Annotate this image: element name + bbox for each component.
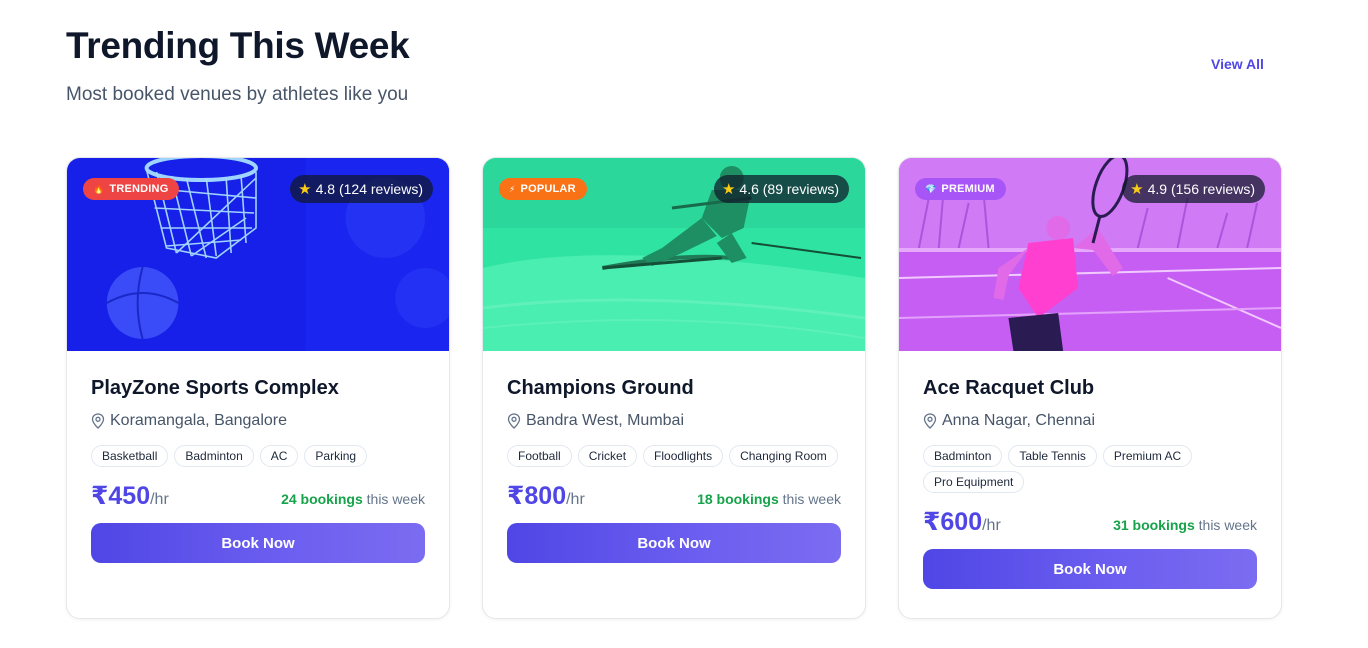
location-text: Bandra West, Mumbai [526,412,684,429]
price-row: ₹800/hr 18 bookings this week [507,481,841,511]
bookings-suffix: this week [366,491,425,507]
venue-image-ski: ⚡ POPULAR ★ 4.6 (89 reviews) [483,158,865,351]
bookings-number: 31 bookings [1113,517,1195,533]
price-unit: /hr [982,517,1001,534]
fire-icon: 🔥 [93,183,105,194]
diamond-icon: 💎 [925,183,937,194]
rating-text: 4.9 (156 reviews) [1147,181,1255,197]
tag: Pro Equipment [923,471,1025,493]
tag: Parking [304,445,368,467]
section-subtitle: Most booked venues by athletes like you [66,84,409,105]
price-unit: /hr [150,491,169,508]
view-all-link[interactable]: View All [1211,56,1264,72]
venue-location: Bandra West, Mumbai [507,411,841,431]
section-header: Trending This Week Most booked venues by… [66,24,1266,107]
price: ₹600/hr [923,507,1001,537]
price-row: ₹450/hr 24 bookings this week [91,481,425,511]
amenity-tags: Basketball Badminton AC Parking [91,445,425,467]
tag: Changing Room [729,445,838,467]
location-pin-icon [91,413,105,429]
bookings-number: 18 bookings [697,491,779,507]
tag: AC [259,445,299,467]
venue-name[interactable]: PlayZone Sports Complex [91,375,425,401]
badge-trending: 🔥 TRENDING [83,178,180,200]
bookings-count: 31 bookings this week [1113,517,1257,533]
badge-label: POPULAR [520,183,576,195]
bookings-count: 24 bookings this week [281,491,425,507]
star-icon: ★ [1130,180,1144,198]
price-unit: /hr [566,491,585,508]
price-amount: ₹800 [507,482,567,510]
star-icon: ★ [298,180,312,198]
venue-image-basketball: 🔥 TRENDING ★ 4.8 (124 reviews) [67,158,449,351]
venue-name[interactable]: Ace Racquet Club [923,375,1257,401]
location-pin-icon [923,413,937,429]
location-text: Anna Nagar, Chennai [942,412,1095,429]
book-now-button[interactable]: Book Now [91,523,425,563]
venue-location: Koramangala, Bangalore [91,411,425,431]
book-now-button[interactable]: Book Now [507,523,841,563]
amenity-tags: Football Cricket Floodlights Changing Ro… [507,445,841,467]
tag: Premium AC [1102,445,1193,467]
venue-card[interactable]: 🔥 TRENDING ★ 4.8 (124 reviews) PlayZone … [66,157,450,619]
tag: Floodlights [643,445,724,467]
venue-name[interactable]: Champions Ground [507,375,841,401]
location-text: Koramangala, Bangalore [110,412,288,429]
badge-popular: ⚡ POPULAR [499,178,587,200]
tag: Badminton [174,445,254,467]
tag: Table Tennis [1008,445,1097,467]
star-icon: ★ [721,180,736,198]
tag: Cricket [577,445,638,467]
rating-pill: ★ 4.6 (89 reviews) [713,175,849,203]
tag: Badminton [923,445,1003,467]
book-now-button[interactable]: Book Now [923,549,1257,589]
price-amount: ₹600 [923,508,983,536]
rating-pill: ★ 4.8 (124 reviews) [290,175,433,203]
bookings-suffix: this week [782,491,841,507]
tag: Football [507,445,572,467]
bookings-count: 18 bookings this week [697,491,841,507]
amenity-tags: Badminton Table Tennis Premium AC Pro Eq… [923,445,1257,493]
badge-premium: 💎 PREMIUM [915,178,1006,200]
bookings-number: 24 bookings [281,491,363,507]
price: ₹450/hr [91,481,169,511]
badge-label: PREMIUM [941,183,995,195]
price: ₹800/hr [507,481,585,511]
rating-pill: ★ 4.9 (156 reviews) [1122,175,1265,203]
badge-label: TRENDING [109,183,169,195]
price-row: ₹600/hr 31 bookings this week [923,507,1257,537]
venue-image-tennis: 💎 PREMIUM ★ 4.9 (156 reviews) [899,158,1281,351]
tag: Basketball [91,445,169,467]
bookings-suffix: this week [1198,517,1257,533]
rating-text: 4.8 (124 reviews) [315,181,423,197]
lightning-icon: ⚡ [509,183,516,194]
venue-card[interactable]: ⚡ POPULAR ★ 4.6 (89 reviews) Champions G… [482,157,866,619]
venue-card[interactable]: 💎 PREMIUM ★ 4.9 (156 reviews) Ace Racque… [898,157,1282,619]
venue-location: Anna Nagar, Chennai [923,411,1257,431]
rating-text: 4.6 (89 reviews) [739,181,839,197]
price-amount: ₹450 [91,482,151,510]
location-pin-icon [507,413,521,429]
section-title: Trending This Week [66,25,410,66]
